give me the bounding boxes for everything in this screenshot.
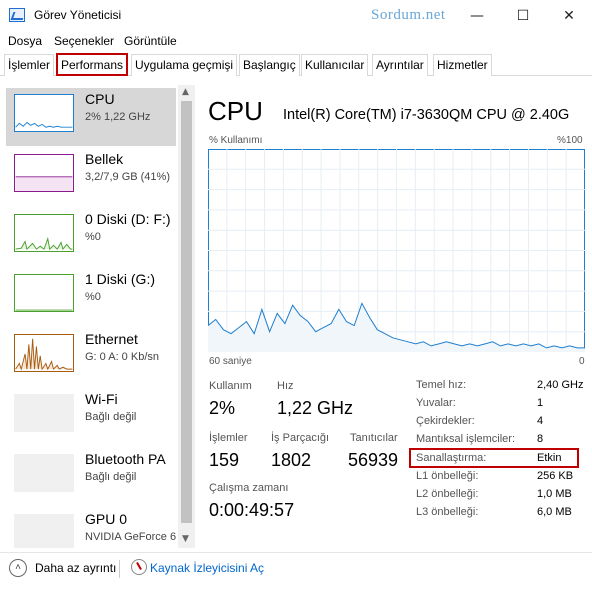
sockets-value: 1	[537, 397, 544, 409]
sidebar-item-bluetooth[interactable]: Bluetooth PA Bağlı değil	[6, 448, 176, 506]
wifi-thumbnail-graph	[14, 394, 74, 432]
base-speed-value: 2,40 GHz	[537, 379, 584, 391]
resource-title: CPU	[208, 96, 263, 126]
footer-separator	[119, 560, 120, 578]
sidebar-item-gpu[interactable]: GPU 0 NVIDIA GeForce 6	[6, 508, 176, 548]
sidebar-sublabel: %0	[85, 231, 101, 243]
sidebar-sublabel: 3,2/7,9 GB (41%)	[85, 171, 170, 183]
cores-value: 4	[537, 415, 544, 427]
chevron-up-icon[interactable]: ˄	[9, 559, 27, 577]
open-resource-monitor-link[interactable]: Kaynak İzleyicisini Aç	[150, 561, 264, 575]
l1-cache-value: 256 KB	[537, 470, 574, 482]
threads-value: 1802	[271, 450, 312, 470]
sidebar-label: Bluetooth PA	[85, 451, 166, 467]
tab-startup[interactable]: Başlangıç	[239, 54, 300, 76]
tab-users[interactable]: Kullanıcılar	[301, 54, 369, 76]
sidebar-sublabel: NVIDIA GeForce 6	[85, 531, 177, 543]
l2-cache-value: 1,0 MB	[537, 488, 572, 500]
usage-value: 2%	[209, 398, 236, 418]
cpu-model: Intel(R) Core(TM) i7-3630QM CPU @ 2.40G	[283, 107, 570, 123]
sidebar-sublabel: G: 0 A: 0 Kb/sn	[85, 351, 159, 363]
sidebar-label: 1 Diski (G:)	[85, 271, 155, 287]
graph-usage-label: % Kullanımı	[209, 135, 263, 146]
cpu-usage-graph	[208, 149, 585, 352]
scroll-up-arrow-icon[interactable]: ▲	[182, 87, 189, 97]
processes-label: İşlemler	[209, 432, 248, 444]
handles-value: 56939	[348, 450, 399, 470]
sidebar-item-disk1[interactable]: 1 Diski (G:) %0	[6, 268, 176, 326]
sidebar-item-ethernet[interactable]: Ethernet G: 0 A: 0 Kb/sn	[6, 328, 176, 386]
sockets-label: Yuvalar:	[416, 397, 456, 409]
memory-thumbnail-graph	[14, 154, 74, 192]
tab-details[interactable]: Ayrıntılar	[372, 54, 428, 76]
sidebar-sublabel: Bağlı değil	[85, 411, 137, 423]
sidebar-label: 0 Diski (D: F:)	[85, 211, 171, 227]
tab-app-history[interactable]: Uygulama geçmişi	[131, 54, 238, 76]
title-bar: Görev Yöneticisi Sordum.net — ☐ ✕	[0, 0, 592, 32]
l3-cache-label: L3 önbelleği:	[416, 506, 479, 518]
tab-performance[interactable]: Performans	[56, 53, 129, 76]
sidebar-sublabel: 2% 1,22 GHz	[85, 111, 151, 123]
uptime-label: Çalışma zamanı	[209, 482, 289, 494]
footer-bar: ˄ Daha az ayrıntı Kaynak İzleyicisini Aç	[0, 552, 592, 592]
sidebar-sublabel: %0	[85, 291, 101, 303]
logical-processors-label: Mantıksal işlemciler:	[416, 433, 516, 445]
sidebar-item-disk0[interactable]: 0 Diski (D: F:) %0	[6, 208, 176, 266]
ethernet-thumbnail-graph	[14, 334, 74, 372]
task-manager-app-icon	[9, 8, 25, 22]
watermark: Sordum.net	[371, 7, 446, 23]
window-title: Görev Yöneticisi	[34, 8, 122, 22]
logical-processors-value: 8	[537, 433, 544, 445]
axis-time-label: 60 saniye	[209, 356, 252, 367]
disk1-thumbnail-graph	[14, 274, 74, 312]
speed-label: Hız	[277, 380, 294, 392]
menu-bar: Dosya Seçenekler Görüntüle	[0, 32, 592, 52]
processes-value: 159	[209, 450, 240, 470]
sidebar-scrollbar[interactable]: ▲ ▼	[178, 85, 195, 548]
maximize-button[interactable]: ☐	[500, 0, 546, 32]
base-speed-label: Temel hız:	[416, 379, 467, 391]
sidebar-label: Ethernet	[85, 331, 138, 347]
graph-max-label: %100	[557, 135, 583, 146]
resource-monitor-icon	[131, 559, 147, 575]
virtualization-label: Sanallaştırma:	[416, 452, 487, 464]
sidebar-label: Bellek	[85, 151, 124, 167]
sidebar-sublabel: Bağlı değil	[85, 471, 137, 483]
menu-view[interactable]: Görüntüle	[124, 34, 177, 48]
axis-zero-label: 0	[579, 356, 585, 367]
disk0-thumbnail-graph	[14, 214, 74, 252]
sidebar-label: CPU	[85, 91, 115, 107]
fewer-details-button[interactable]: Daha az ayrıntı	[35, 561, 116, 575]
virtualization-value: Etkin	[537, 452, 562, 464]
menu-options[interactable]: Seçenekler	[54, 34, 114, 48]
uptime-value: 0:00:49:57	[209, 500, 295, 520]
minimize-button[interactable]: —	[454, 0, 500, 32]
l3-cache-value: 6,0 MB	[537, 506, 572, 518]
scroll-down-arrow-icon[interactable]: ▼	[182, 534, 189, 544]
scroll-thumb[interactable]	[181, 101, 192, 523]
resource-sidebar: CPU 2% 1,22 GHz Bellek 3,2/7,9 GB (41%) …	[0, 85, 196, 548]
bluetooth-thumbnail-graph	[14, 454, 74, 492]
sidebar-label: GPU 0	[85, 511, 128, 527]
tab-services[interactable]: Hizmetler	[433, 54, 492, 76]
cpu-thumbnail-graph	[14, 94, 74, 132]
menu-file[interactable]: Dosya	[8, 34, 42, 48]
sidebar-item-cpu[interactable]: CPU 2% 1,22 GHz	[6, 88, 176, 146]
tab-processes[interactable]: İşlemler	[4, 54, 55, 76]
usage-label: Kullanım	[209, 380, 252, 392]
l2-cache-label: L2 önbelleği:	[416, 488, 479, 500]
l1-cache-label: L1 önbelleği:	[416, 470, 479, 482]
sidebar-item-memory[interactable]: Bellek 3,2/7,9 GB (41%)	[6, 148, 176, 206]
close-button[interactable]: ✕	[546, 0, 592, 32]
sidebar-label: Wi-Fi	[85, 391, 118, 407]
sidebar-item-wifi[interactable]: Wi-Fi Bağlı değil	[6, 388, 176, 446]
gpu-thumbnail-graph	[14, 514, 74, 548]
speed-value: 1,22 GHz	[277, 398, 354, 418]
tab-bar: İşlemler Performans Uygulama geçmişi Baş…	[0, 53, 592, 76]
cores-label: Çekirdekler:	[416, 415, 475, 427]
threads-label: İş Parçacığı	[271, 432, 330, 444]
handles-label: Tanıtıcılar	[350, 432, 398, 444]
